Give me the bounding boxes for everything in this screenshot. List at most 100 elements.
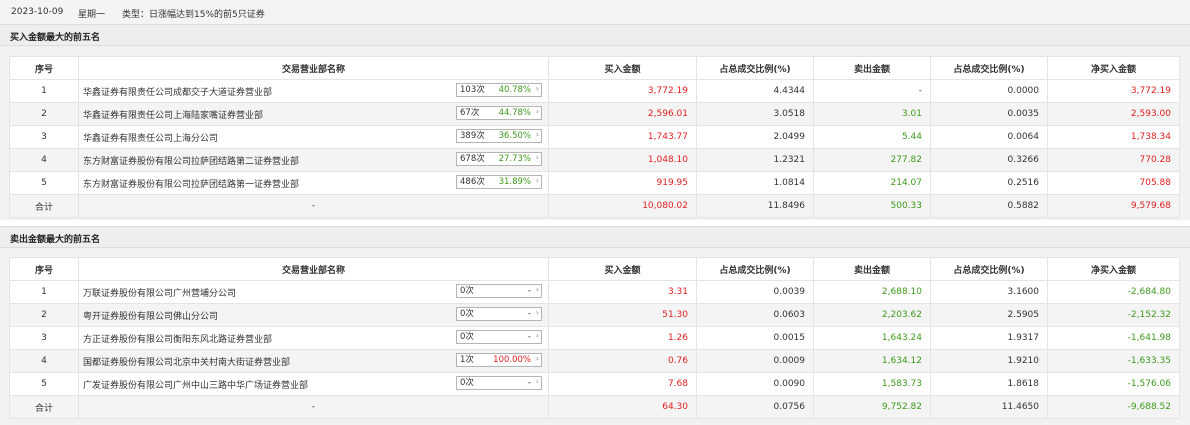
history-dropdown[interactable]: 0次 - › xyxy=(456,284,542,298)
total-net: -9,688.52 xyxy=(1047,395,1180,419)
table-row: 5 东方财富证券股份有限公司拉萨团结路第一证券营业部 486次 31.89% ›… xyxy=(9,171,1180,195)
chevron-right-icon: › xyxy=(535,331,539,340)
net-buy: -2,684.80 xyxy=(1047,280,1180,304)
sell-ratio: 1.9317 xyxy=(930,326,1048,350)
buy-amount: 0.76 xyxy=(548,349,697,373)
history-dropdown[interactable]: 103次 40.78% › xyxy=(456,83,542,97)
total-buy-ratio: 11.8496 xyxy=(696,194,814,218)
row-index: 1 xyxy=(9,280,79,304)
appearance-count: 678次 xyxy=(460,154,485,164)
total-sell-ratio: 11.4650 xyxy=(930,395,1048,419)
sell-ratio: 0.0035 xyxy=(930,102,1048,126)
net-buy: -1,576.06 xyxy=(1047,372,1180,396)
branch-name[interactable]: 东方财富证券股份有限公司拉萨团结路第一证券营业部 xyxy=(83,177,299,190)
sell-amount: 277.82 xyxy=(813,148,931,172)
rise-probability: 40.78% xyxy=(498,85,531,95)
table-row: 1 万联证券股份有限公司广州营埔分公司 0次 - › 3.31 0.0039 2… xyxy=(9,280,1180,304)
row-index: 2 xyxy=(9,102,79,126)
row-index: 1 xyxy=(9,79,79,103)
branch-cell: 华鑫证券有限责任公司上海陆家嘴证券营业部 67次 44.78% › xyxy=(78,102,549,126)
chevron-right-icon: › xyxy=(535,354,539,363)
history-dropdown[interactable]: 389次 36.50% › xyxy=(456,129,542,143)
table-row: 4 国都证券股份有限公司北京中关村南大街证券营业部 1次 100.00% › 0… xyxy=(9,349,1180,373)
history-dropdown[interactable]: 0次 - › xyxy=(456,307,542,321)
rise-probability: - xyxy=(527,286,531,296)
net-buy: 705.88 xyxy=(1047,171,1180,195)
rise-probability: 31.89% xyxy=(498,177,531,187)
buy-ratio: 0.0039 xyxy=(696,280,814,304)
branch-name[interactable]: 华鑫证券有限责任公司上海分公司 xyxy=(83,131,218,144)
sell-ratio: 0.0000 xyxy=(930,79,1048,103)
net-buy: -1,633.35 xyxy=(1047,349,1180,373)
rise-probability: 100.00% xyxy=(493,355,531,365)
buy-table-header: 序号 交易营业部名称 买入金额 占总成交比例(%) 卖出金额 占总成交比例(%)… xyxy=(9,56,1180,80)
row-index: 2 xyxy=(9,303,79,327)
row-index: 3 xyxy=(9,326,79,350)
buy-table: 序号 交易营业部名称 买入金额 占总成交比例(%) 卖出金额 占总成交比例(%)… xyxy=(9,56,1180,218)
total-name: - xyxy=(78,194,549,218)
history-dropdown[interactable]: 0次 - › xyxy=(456,376,542,390)
appearance-count: 0次 xyxy=(460,309,474,319)
weekday-text: 星期一 xyxy=(78,10,106,20)
branch-cell: 粤开证券股份有限公司佛山分公司 0次 - › xyxy=(78,303,549,327)
col-sell-ratio: 占总成交比例(%) xyxy=(930,56,1048,80)
table-row: 3 方正证券股份有限公司衡阳东风北路证券营业部 0次 - › 1.26 0.00… xyxy=(9,326,1180,350)
history-dropdown[interactable]: 1次 100.00% › xyxy=(456,353,542,367)
branch-name[interactable]: 华鑫证券有限责任公司成都交子大道证券营业部 xyxy=(83,85,272,98)
total-name: - xyxy=(78,395,549,419)
net-buy: 3,772.19 xyxy=(1047,79,1180,103)
total-buy-ratio: 0.0756 xyxy=(696,395,814,419)
branch-name[interactable]: 华鑫证券有限责任公司上海陆家嘴证券营业部 xyxy=(83,108,263,121)
branch-name[interactable]: 万联证券股份有限公司广州营埔分公司 xyxy=(83,286,236,299)
sell-amount: 5.44 xyxy=(813,125,931,149)
history-dropdown[interactable]: 486次 31.89% › xyxy=(456,175,542,189)
buy-section-header: 买入金额最大的前五名 xyxy=(0,24,1190,46)
sell-amount: 2,688.10 xyxy=(813,280,931,304)
appearance-count: 389次 xyxy=(460,131,485,141)
buy-amount: 1,743.77 xyxy=(548,125,697,149)
branch-cell: 国都证券股份有限公司北京中关村南大街证券营业部 1次 100.00% › xyxy=(78,349,549,373)
branch-name[interactable]: 广发证券股份有限公司广州中山三路中华广场证券营业部 xyxy=(83,378,308,391)
sell-amount: 2,203.62 xyxy=(813,303,931,327)
chevron-right-icon: › xyxy=(535,130,539,139)
history-dropdown[interactable]: 0次 - › xyxy=(456,330,542,344)
branch-name[interactable]: 粤开证券股份有限公司佛山分公司 xyxy=(83,309,218,322)
total-label: 合计 xyxy=(9,194,79,218)
rise-probability: 44.78% xyxy=(498,108,531,118)
total-sell-ratio: 0.5882 xyxy=(930,194,1048,218)
sell-amount: 1,643.24 xyxy=(813,326,931,350)
branch-name[interactable]: 东方财富证券股份有限公司拉萨团结路第二证券营业部 xyxy=(83,154,299,167)
table-row: 2 华鑫证券有限责任公司上海陆家嘴证券营业部 67次 44.78% › 2,59… xyxy=(9,102,1180,126)
net-buy: 770.28 xyxy=(1047,148,1180,172)
rise-probability: 36.50% xyxy=(498,131,531,141)
buy-section-panel: 序号 交易营业部名称 买入金额 占总成交比例(%) 卖出金额 占总成交比例(%)… xyxy=(0,46,1190,220)
table-row: 5 广发证券股份有限公司广州中山三路中华广场证券营业部 0次 - › 7.68 … xyxy=(9,372,1180,396)
col-net-buy: 净买入金额 xyxy=(1047,56,1180,80)
sell-amount: 3.01 xyxy=(813,102,931,126)
history-dropdown[interactable]: 678次 27.73% › xyxy=(456,152,542,166)
buy-amount: 2,596.01 xyxy=(548,102,697,126)
branch-cell: 东方财富证券股份有限公司拉萨团结路第一证券营业部 486次 31.89% › xyxy=(78,171,549,195)
chevron-right-icon: › xyxy=(535,308,539,317)
total-buy: 64.30 xyxy=(548,395,697,419)
branch-cell: 东方财富证券股份有限公司拉萨团结路第二证券营业部 678次 27.73% › xyxy=(78,148,549,172)
appearance-count: 103次 xyxy=(460,85,485,95)
col-buy-ratio: 占总成交比例(%) xyxy=(696,56,814,80)
table-row: 1 华鑫证券有限责任公司成都交子大道证券营业部 103次 40.78% › 3,… xyxy=(9,79,1180,103)
sell-ratio: 0.2516 xyxy=(930,171,1048,195)
branch-cell: 方正证券股份有限公司衡阳东风北路证券营业部 0次 - › xyxy=(78,326,549,350)
sell-ratio: 1.8618 xyxy=(930,372,1048,396)
sell-ratio: 1.9210 xyxy=(930,349,1048,373)
chevron-right-icon: › xyxy=(535,84,539,93)
history-dropdown[interactable]: 67次 44.78% › xyxy=(456,106,542,120)
total-label: 合计 xyxy=(9,395,79,419)
branch-name[interactable]: 方正证券股份有限公司衡阳东风北路证券营业部 xyxy=(83,332,272,345)
row-index: 4 xyxy=(9,349,79,373)
total-row: 合计 - 64.30 0.0756 9,752.82 11.4650 -9,68… xyxy=(9,395,1180,419)
col-sell-amount: 卖出金额 xyxy=(813,56,931,80)
row-index: 5 xyxy=(9,372,79,396)
rise-probability: - xyxy=(527,378,531,388)
net-buy: 1,738.34 xyxy=(1047,125,1180,149)
sell-table-header: 序号 交易营业部名称 买入金额 占总成交比例(%) 卖出金额 占总成交比例(%)… xyxy=(9,257,1180,281)
branch-name[interactable]: 国都证券股份有限公司北京中关村南大街证券营业部 xyxy=(83,355,290,368)
